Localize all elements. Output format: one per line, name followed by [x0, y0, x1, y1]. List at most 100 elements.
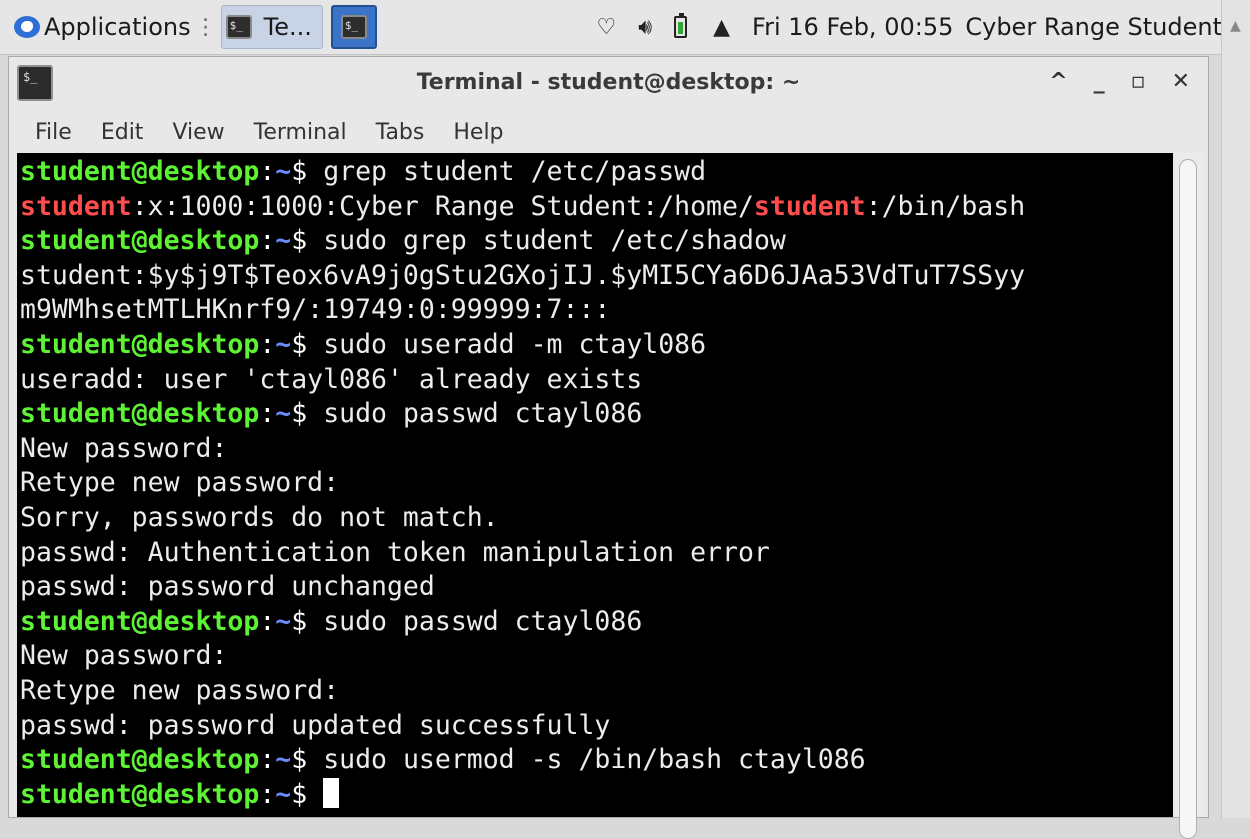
- command-text: sudo passwd ctayl086: [323, 605, 643, 637]
- prompt-colon: :: [259, 605, 276, 637]
- prompt-user: student@desktop: [20, 778, 260, 810]
- top-panel: Applications ⋮ $_ Te... $_ ♡ 🔊︎ ▲ Fri 16…: [0, 0, 1222, 55]
- output-text: New password:: [20, 640, 228, 672]
- output-text: :x:1000:1000:Cyber Range Student:/home/: [131, 190, 754, 222]
- applications-label: Applications: [44, 13, 191, 41]
- terminal-line: New password:: [20, 432, 1173, 467]
- terminal-line: Sorry, passwords do not match.: [20, 501, 1173, 536]
- prompt-sign: $: [291, 605, 324, 637]
- prompt-dir: ~: [275, 778, 292, 810]
- prompt-dir: ~: [275, 156, 292, 187]
- output-text: Sorry, passwords do not match.: [20, 501, 499, 533]
- terminal-icon: $_: [225, 15, 252, 39]
- scroll-up-icon[interactable]: ▲: [1230, 18, 1241, 34]
- prompt-colon: :: [259, 778, 276, 810]
- output-text: New password:: [20, 432, 228, 464]
- terminal-line: student:x:1000:1000:Cyber Range Student:…: [20, 190, 1173, 225]
- prompt-user: student@desktop: [20, 225, 260, 257]
- terminal-line: student@desktop:~$ sudo passwd ctayl086: [20, 397, 1173, 432]
- match-highlight: student: [20, 190, 132, 222]
- terminal-line: useradd: user 'ctayl086' already exists: [20, 363, 1173, 398]
- wifi-icon[interactable]: ♡: [597, 15, 617, 40]
- command-text: sudo usermod -s /bin/bash ctayl086: [323, 744, 866, 776]
- prompt-dir: ~: [275, 605, 292, 637]
- applications-menu-button[interactable]: Applications ⋮: [0, 0, 221, 54]
- terminal-line: passwd: Authentication token manipulatio…: [20, 536, 1173, 571]
- menu-help[interactable]: Help: [453, 120, 503, 145]
- system-tray: ♡ 🔊︎ ▲ Fri 16 Feb, 00:55 Cyber Range Stu…: [597, 0, 1222, 54]
- text-cursor: [323, 777, 340, 808]
- close-button[interactable]: ✕: [1172, 69, 1190, 95]
- terminal-line: m9WMhsetMTLHKnrf9/:19749:0:99999:7:::: [20, 293, 1173, 328]
- user-menu[interactable]: Cyber Range Student: [965, 13, 1222, 41]
- terminal-icon: $_: [340, 15, 367, 39]
- menu-file[interactable]: File: [35, 120, 72, 145]
- output-text: Retype new password:: [20, 674, 340, 706]
- menu-bar: File Edit View Terminal Tabs Help: [9, 111, 1208, 153]
- match-highlight: student: [753, 190, 866, 222]
- output-text: Retype new password:: [20, 467, 340, 499]
- prompt-user: student@desktop: [20, 605, 260, 637]
- prompt-colon: :: [259, 328, 276, 360]
- output-text: student:$y$j9T$Teox6vA9j0gStu2GXojIJ.$yM…: [20, 259, 1026, 291]
- command-text: sudo useradd -m ctayl086: [323, 328, 707, 360]
- prompt-sign: $: [291, 398, 324, 430]
- terminal-line: Retype new password:: [20, 674, 1173, 709]
- prompt-user: student@desktop: [20, 156, 260, 187]
- terminal-line: student:$y$j9T$Teox6vA9j0gStu2GXojIJ.$yM…: [20, 259, 1173, 294]
- output-text: passwd: password unchanged: [20, 571, 435, 603]
- prompt-sign: $: [291, 156, 324, 187]
- terminal-line: student@desktop:~$ sudo usermod -s /bin/…: [20, 743, 1173, 778]
- menu-view[interactable]: View: [172, 120, 224, 145]
- terminal-line: passwd: password updated successfully: [20, 709, 1173, 744]
- battery-icon[interactable]: [674, 13, 688, 38]
- terminal-line: Retype new password:: [20, 466, 1173, 501]
- menu-tabs[interactable]: Tabs: [376, 120, 425, 145]
- output-text: m9WMhsetMTLHKnrf9/:19749:0:99999:7:::: [20, 294, 611, 326]
- prompt-user: student@desktop: [20, 328, 260, 360]
- prompt-colon: :: [259, 398, 276, 430]
- prompt-dir: ~: [275, 744, 292, 776]
- output-text: passwd: Authentication token manipulatio…: [20, 536, 770, 568]
- prompt-sign: $: [291, 225, 324, 257]
- menu-edit[interactable]: Edit: [101, 120, 144, 145]
- volume-icon[interactable]: 🔊︎: [638, 15, 652, 40]
- taskbar-terminal-button[interactable]: $_ Te...: [220, 5, 323, 49]
- desktop-scrollbar[interactable]: ▲: [1221, 0, 1250, 818]
- terminal-line: passwd: password unchanged: [20, 570, 1173, 605]
- scrollbar-thumb[interactable]: [1179, 159, 1197, 839]
- terminal-line: student@desktop:~$ sudo passwd ctayl086: [20, 605, 1173, 640]
- panel-separator-icon: ⋮: [194, 14, 217, 40]
- window-titlebar[interactable]: $_ Terminal - student@desktop: ~ ^ _ ▫ ✕: [9, 57, 1208, 111]
- xfce-logo-icon: [14, 16, 40, 38]
- shade-button[interactable]: ^: [1049, 69, 1067, 95]
- terminal-line: student@desktop:~$ sudo useradd -m ctayl…: [20, 328, 1173, 363]
- menu-terminal[interactable]: Terminal: [254, 120, 347, 145]
- terminal-output[interactable]: student@desktop:~$ grep student /etc/pas…: [17, 153, 1173, 817]
- clock[interactable]: Fri 16 Feb, 00:55: [752, 13, 953, 41]
- bell-icon[interactable]: ▲: [713, 15, 730, 40]
- terminal-line: student@desktop:~$: [20, 777, 1173, 813]
- terminal-scrollbar[interactable]: [1175, 153, 1205, 839]
- prompt-user: student@desktop: [20, 398, 260, 430]
- prompt-sign: $: [291, 328, 324, 360]
- output-text: useradd: user 'ctayl086' already exists: [20, 363, 643, 395]
- command-text: grep student /etc/passwd: [323, 156, 707, 187]
- prompt-user: student@desktop: [20, 744, 260, 776]
- terminal-line: student@desktop:~$ sudo grep student /et…: [20, 224, 1173, 259]
- terminal-window: $_ Terminal - student@desktop: ~ ^ _ ▫ ✕…: [8, 56, 1209, 839]
- prompt-colon: :: [259, 225, 276, 257]
- prompt-colon: :: [259, 156, 276, 187]
- prompt-colon: :: [259, 744, 276, 776]
- prompt-dir: ~: [275, 398, 292, 430]
- terminal-line: New password:: [20, 639, 1173, 674]
- taskbar-terminal-label: Te...: [263, 13, 312, 41]
- prompt-sign: $: [291, 778, 324, 810]
- terminal-line: student@desktop:~$ grep student /etc/pas…: [20, 155, 1173, 190]
- command-text: sudo passwd ctayl086: [323, 398, 643, 430]
- output-text: :/bin/bash: [865, 190, 1026, 222]
- maximize-button[interactable]: ▫: [1131, 69, 1146, 95]
- taskbar-terminal-active-button[interactable]: $_: [330, 5, 377, 49]
- minimize-button[interactable]: _: [1094, 69, 1105, 95]
- command-text: sudo grep student /etc/shadow: [323, 225, 786, 257]
